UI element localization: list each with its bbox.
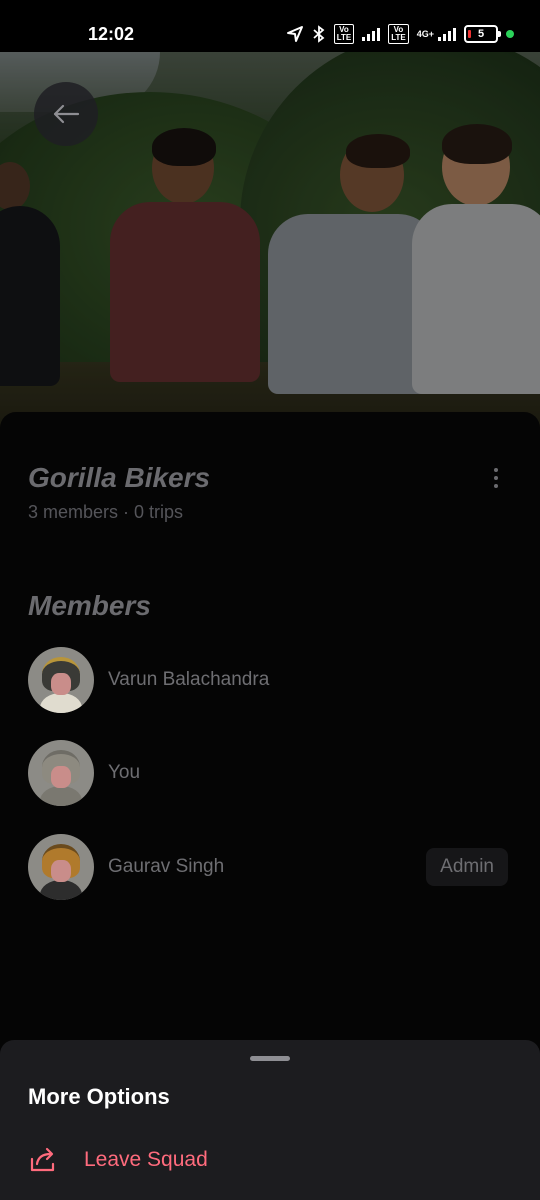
status-icons: Vo LTE Vo LTE 4G+ 5 [286,24,514,44]
members-heading: Members [28,590,151,621]
leave-squad-button[interactable]: Leave Squad [28,1140,512,1180]
member-name: You [108,762,141,783]
battery-level: 5 [477,28,485,40]
volte-icon-2: Vo LTE [388,24,409,44]
sheet-drag-handle[interactable] [250,1056,290,1061]
avatar-body [40,880,82,900]
avatar-face [51,860,71,882]
admin-badge: Admin [426,848,508,886]
avatar [28,740,94,806]
signal-icon-2 [438,27,456,41]
signal-icon-1 [362,27,381,41]
network-type: 4G+ [416,29,434,39]
more-vertical-icon[interactable] [484,462,508,494]
battery-icon: 5 [464,25,501,43]
avatar-face [51,766,71,788]
status-time: 12:02 [88,24,135,44]
bluetooth-icon [312,25,326,43]
arrow-left-icon [53,104,80,124]
avatar-face [51,673,71,695]
avatar-body [40,693,82,713]
avatar [28,647,94,713]
more-options-sheet: More Options Leave Squad [0,1040,540,1200]
member-name: Gaurav Singh [108,856,225,877]
status-bar: 12:02 Vo LTE Vo LTE 4G+ 5 [0,0,540,52]
member-name: Varun Balachandra [108,669,270,690]
privacy-indicator-dot [506,30,514,38]
member-row[interactable]: You [28,740,508,806]
location-icon [286,25,304,43]
member-row[interactable]: Gaurav Singh Admin [28,834,508,900]
avatar [28,834,94,900]
back-button[interactable] [34,82,98,146]
volte-icon-1: Vo LTE [333,24,355,44]
share-exit-icon [28,1145,58,1175]
group-stats: 3 members · 0 trips [28,502,184,522]
leave-squad-label: Leave Squad [84,1148,208,1171]
group-name: Gorilla Bikers [28,462,211,493]
member-row[interactable]: Varun Balachandra [28,647,508,713]
sheet-title: More Options [28,1084,170,1109]
avatar-body [40,786,82,806]
